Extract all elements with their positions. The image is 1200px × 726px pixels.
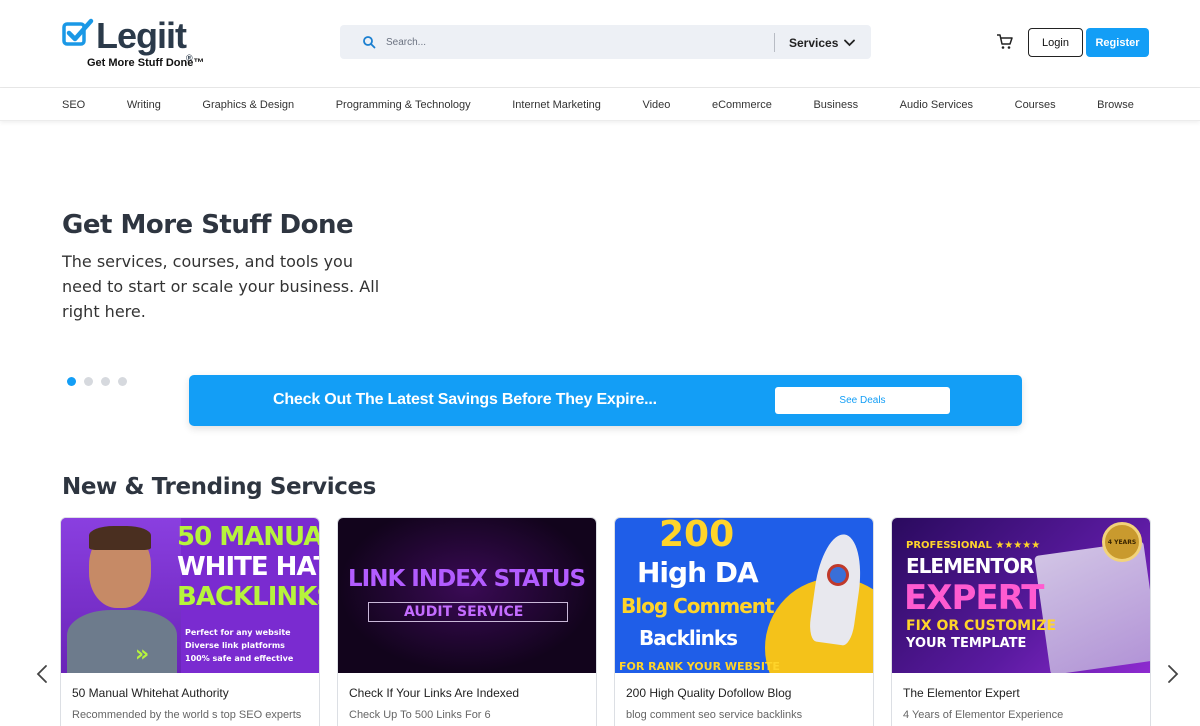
service-card[interactable]: 200 High DA Blog Comment Backlinks FOR R… (614, 517, 874, 726)
category-courses[interactable]: Courses (1015, 99, 1056, 111)
image-headline-2: AUDIT SERVICE (404, 604, 524, 620)
image-bullet: 100% safe and effective (185, 654, 294, 663)
service-card-title: 50 Manual Whitehat Authority (72, 686, 229, 700)
category-writing[interactable]: Writing (127, 99, 161, 111)
image-headline-1: LINK INDEX STATUS (348, 566, 586, 592)
carousel-dots (67, 377, 127, 386)
image-headline-3: Blog Comment (621, 594, 775, 618)
logo-check-icon (62, 18, 94, 46)
search-input[interactable] (386, 31, 806, 53)
person-shirt (67, 610, 177, 673)
image-headline-2: High DA (637, 556, 759, 589)
service-card[interactable]: 4 YEARS PROFESSIONAL ★★★★★ ELEMENTOR EXP… (891, 517, 1151, 726)
search-divider (774, 33, 775, 52)
category-browse[interactable]: Browse (1097, 99, 1134, 111)
image-headline-1: 200 (659, 518, 735, 555)
category-nav: SEO Writing Graphics & Design Programmin… (0, 88, 1200, 121)
deals-text: Check Out The Latest Savings Before They… (273, 391, 657, 408)
service-card[interactable]: LINK INDEX STATUS AUDIT SERVICE Check If… (337, 517, 597, 726)
category-seo[interactable]: SEO (62, 99, 85, 111)
image-headline-3: EXPERT (904, 578, 1044, 618)
category-audio-services[interactable]: Audio Services (900, 99, 973, 111)
see-deals-button[interactable]: See Deals (775, 387, 950, 414)
chevron-left-icon[interactable] (35, 664, 49, 684)
carousel-dot-2[interactable] (84, 377, 93, 386)
legiit-logo[interactable]: Legiit® Get More Stuff Done™ (62, 16, 212, 72)
image-headline-2: ELEMENTOR (906, 554, 1034, 578)
search-bar: Services (340, 25, 871, 59)
deals-banner: Check Out The Latest Savings Before They… (189, 375, 1022, 426)
service-card-description: Check Up To 500 Links For 6 (349, 709, 491, 721)
service-card-image: LINK INDEX STATUS AUDIT SERVICE (338, 518, 596, 673)
template-mockups (1034, 540, 1150, 673)
hero-subtitle: The services, courses, and tools you nee… (62, 252, 380, 321)
image-footer-text: FOR RANK YOUR WEBSITE (619, 660, 780, 673)
image-headline-1: PROFESSIONAL ★★★★★ (906, 540, 1041, 551)
image-headline-4: FIX OR CUSTOMIZE (906, 618, 1057, 634)
category-programming-technology[interactable]: Programming & Technology (336, 99, 471, 111)
logo-tagline: Get More Stuff Done™ (87, 57, 205, 69)
chevron-down-icon (844, 39, 856, 46)
login-button[interactable]: Login (1028, 28, 1083, 57)
years-badge-icon: 4 YEARS (1102, 522, 1142, 562)
person-hair (89, 526, 151, 550)
image-headline-5: YOUR TEMPLATE (906, 636, 1027, 651)
category-graphics-design[interactable]: Graphics & Design (202, 99, 294, 111)
service-card-title: 200 High Quality Dofollow Blog (626, 686, 792, 700)
carousel-dot-1[interactable] (67, 377, 76, 386)
service-card-description: blog comment seo service backlinks (626, 709, 803, 721)
chevron-right-icon[interactable] (1166, 664, 1180, 684)
image-bullet: Diverse link platforms (185, 641, 285, 650)
service-card[interactable]: 50 MANUAL WHITE HAT BACKLINKS » Perfect … (60, 517, 320, 726)
category-business[interactable]: Business (813, 99, 858, 111)
image-chevrons: » (135, 642, 150, 667)
image-headline-1: 50 MANUAL (177, 522, 319, 552)
service-card-title: Check If Your Links Are Indexed (349, 686, 520, 700)
site-header: Legiit® Get More Stuff Done™ Services Lo… (0, 0, 1200, 88)
search-scope-select[interactable]: Services (789, 33, 856, 52)
category-internet-marketing[interactable]: Internet Marketing (512, 99, 601, 111)
service-card-image: 200 High DA Blog Comment Backlinks FOR R… (615, 518, 873, 673)
image-headline-3: BACKLINKS (177, 582, 319, 612)
category-ecommerce[interactable]: eCommerce (712, 99, 772, 111)
service-card-description: Recommended by the world s top SEO exper… (72, 709, 302, 721)
search-icon[interactable] (362, 35, 376, 49)
image-headline-2: WHITE HAT (177, 552, 319, 582)
years-badge-text: 4 YEARS (1107, 538, 1137, 546)
service-card-title: The Elementor Expert (903, 686, 1020, 700)
service-card-description: 4 Years of Elementor Experience (903, 709, 1064, 721)
service-card-image: 4 YEARS PROFESSIONAL ★★★★★ ELEMENTOR EXP… (892, 518, 1150, 673)
search-scope-label: Services (789, 35, 839, 50)
cart-icon[interactable] (996, 33, 1014, 51)
service-card-image: 50 MANUAL WHITE HAT BACKLINKS » Perfect … (61, 518, 319, 673)
register-button[interactable]: Register (1086, 28, 1149, 57)
carousel-dot-4[interactable] (118, 377, 127, 386)
category-video[interactable]: Video (642, 99, 670, 111)
trending-title: New & Trending Services (62, 474, 376, 500)
rocket-window (827, 564, 849, 586)
image-headline-4: Backlinks (639, 626, 738, 650)
logo-wordmark: Legiit® (96, 15, 193, 64)
hero-title: Get More Stuff Done (62, 210, 354, 240)
carousel-dot-3[interactable] (101, 377, 110, 386)
image-bullets-box: Perfect for any website Diverse link pla… (177, 628, 315, 670)
image-bullet: Perfect for any website (185, 628, 291, 637)
